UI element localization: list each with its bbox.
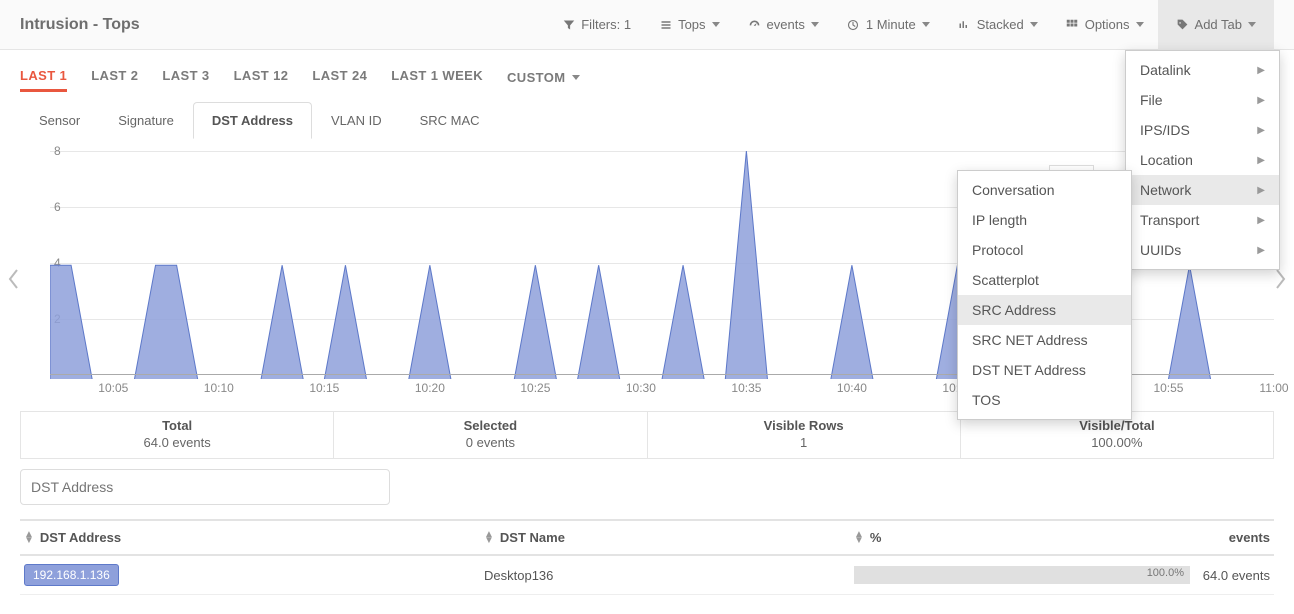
col-dst-name[interactable]: ▲▼DST Name [484, 530, 854, 545]
col-dst-address[interactable]: ▲▼DST Address [24, 530, 484, 545]
x-tick-label: 10:15 [309, 381, 339, 395]
events-label: events [767, 17, 805, 32]
table-row[interactable]: 192.168.1.136 Desktop136100.0%64.0 events [20, 556, 1274, 595]
timerange-last-3[interactable]: LAST 3 [162, 68, 209, 86]
ip-chip[interactable]: 192.168.1.136 [24, 564, 119, 586]
summary-ratio-val: 100.00% [961, 435, 1273, 458]
x-tick-label: 10:30 [626, 381, 656, 395]
sort-icon: ▲▼ [854, 532, 864, 544]
addtab-label: Add Tab [1195, 17, 1242, 32]
tab-dst-address[interactable]: DST Address [193, 102, 312, 139]
col-events[interactable]: events [1190, 530, 1270, 545]
chevron-right-icon: ▶ [1257, 155, 1265, 166]
summary-selected-val: 0 events [334, 435, 646, 458]
dst-name-cell: Desktop136 [484, 568, 854, 583]
addtab-item-ips-ids[interactable]: IPS/IDS▶ [1126, 115, 1279, 145]
addtab-item-file[interactable]: File▶ [1126, 85, 1279, 115]
topbar: Intrusion - Tops Filters: 1 Tops events … [0, 0, 1294, 50]
caret-down-icon [1248, 22, 1256, 27]
events-cell: 64.0 events [1190, 568, 1270, 583]
granularity-control[interactable]: 1 Minute [833, 0, 944, 50]
chevron-right-icon: ▶ [1257, 245, 1265, 256]
summary-rows-val: 1 [648, 435, 960, 458]
tab-src-mac[interactable]: SRC MAC [401, 102, 499, 139]
chevron-right-icon: ▶ [1257, 215, 1265, 226]
bars-icon [958, 18, 971, 31]
network-item-conversation[interactable]: Conversation [958, 175, 1131, 205]
results-table: ▲▼DST Address ▲▼DST Name ▲▼% events 192.… [20, 519, 1274, 595]
caret-down-icon [572, 75, 580, 80]
network-item-scatterplot[interactable]: Scatterplot [958, 265, 1131, 295]
summary-rows-head: Visible Rows [648, 412, 960, 435]
x-tick-label: 10:35 [731, 381, 761, 395]
tab-sensor[interactable]: Sensor [20, 102, 99, 139]
timerange-last-12[interactable]: LAST 12 [234, 68, 289, 86]
addtab-item-network[interactable]: Network▶ [1126, 175, 1279, 205]
grid-icon [1066, 18, 1079, 31]
options-control[interactable]: Options [1052, 0, 1158, 50]
tag-icon [1176, 18, 1189, 31]
x-tick-label: 10:20 [415, 381, 445, 395]
chart-tabs: SensorSignatureDST AddressVLAN IDSRC MAC [0, 98, 1294, 139]
filters-control[interactable]: Filters: 1 [548, 0, 645, 50]
caret-down-icon [712, 22, 720, 27]
tops-label: Tops [678, 17, 705, 32]
caret-down-icon [811, 22, 819, 27]
tops-control[interactable]: Tops [645, 0, 733, 50]
x-tick-label: 10:40 [837, 381, 867, 395]
chevron-right-icon: ▶ [1257, 65, 1265, 76]
timerange-last-2[interactable]: LAST 2 [91, 68, 138, 86]
options-label: Options [1085, 17, 1130, 32]
filter-icon [562, 18, 575, 31]
chevron-right-icon: ▶ [1257, 125, 1265, 136]
gauge-icon [748, 18, 761, 31]
network-item-tos[interactable]: TOS [958, 385, 1131, 415]
network-item-ip-length[interactable]: IP length [958, 205, 1131, 235]
network-item-src-net-address[interactable]: SRC NET Address [958, 325, 1131, 355]
x-tick-label: 10:55 [1153, 381, 1183, 395]
network-item-dst-net-address[interactable]: DST NET Address [958, 355, 1131, 385]
col-percent[interactable]: ▲▼% [854, 530, 1190, 545]
addtab-item-location[interactable]: Location▶ [1126, 145, 1279, 175]
summary-total-head: Total [21, 412, 333, 435]
summary-total-val: 64.0 events [21, 435, 333, 458]
tab-signature[interactable]: Signature [99, 102, 193, 139]
granularity-label: 1 Minute [866, 17, 916, 32]
tab-vlan-id[interactable]: VLAN ID [312, 102, 401, 139]
timerange-row: LAST 1 LAST 2 LAST 3 LAST 12 LAST 24 LAST 1 W… [0, 50, 1294, 98]
network-submenu: ConversationIP lengthProtocolScatterplot… [957, 170, 1132, 420]
sort-icon: ▲▼ [484, 532, 494, 544]
network-item-protocol[interactable]: Protocol [958, 235, 1131, 265]
summary-selected-head: Selected [334, 412, 646, 435]
addtab-item-datalink[interactable]: Datalink▶ [1126, 55, 1279, 85]
chevron-right-icon: ▶ [1257, 95, 1265, 106]
x-tick-label: 10:05 [98, 381, 128, 395]
stacked-label: Stacked [977, 17, 1024, 32]
chevron-right-icon: ▶ [1257, 185, 1265, 196]
dst-address-filter-input[interactable] [20, 469, 390, 505]
caret-down-icon [922, 22, 930, 27]
addtab-control[interactable]: Add Tab [1158, 0, 1274, 50]
timerange-last-1[interactable]: LAST 1 [20, 68, 67, 92]
caret-down-icon [1136, 22, 1144, 27]
network-item-src-address[interactable]: SRC Address [958, 295, 1131, 325]
x-tick-label: 10:10 [204, 381, 234, 395]
filters-label: Filters: 1 [581, 17, 631, 32]
timerange-custom[interactable]: CUSTOM [507, 68, 580, 86]
x-tick-label: 11:00 [1259, 381, 1288, 395]
caret-down-icon [1030, 22, 1038, 27]
percent-bar: 100.0% [854, 566, 1190, 584]
sort-icon: ▲▼ [24, 532, 34, 544]
stacked-control[interactable]: Stacked [944, 0, 1052, 50]
timerange-last-24[interactable]: LAST 24 [312, 68, 367, 86]
addtab-dropdown: Datalink▶File▶IPS/IDS▶Location▶Network▶T… [1125, 50, 1280, 270]
x-tick-label: 10:25 [520, 381, 550, 395]
addtab-item-uuids[interactable]: UUIDs▶ [1126, 235, 1279, 265]
timerange-last-1-week[interactable]: LAST 1 WEEK [391, 68, 483, 86]
list-icon [659, 18, 672, 31]
events-control[interactable]: events [734, 0, 833, 50]
addtab-item-transport[interactable]: Transport▶ [1126, 205, 1279, 235]
clock-icon [847, 18, 860, 31]
page-title: Intrusion - Tops [20, 16, 140, 34]
